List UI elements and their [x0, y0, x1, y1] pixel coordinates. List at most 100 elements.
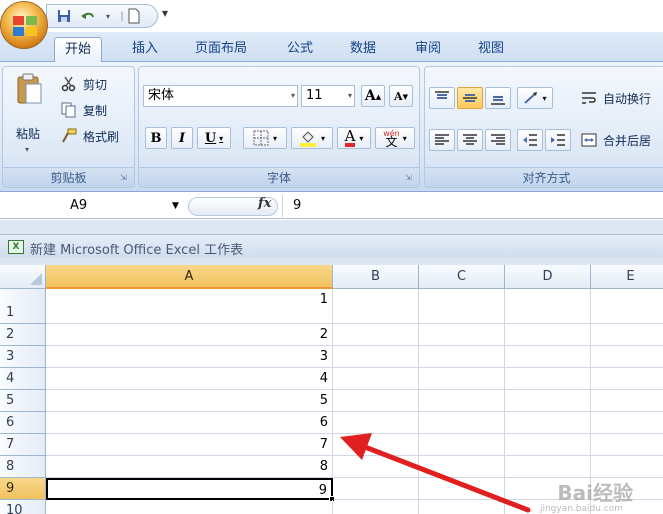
grid-cell[interactable] — [333, 289, 419, 324]
name-box-dropdown-icon[interactable]: ▼ — [172, 201, 179, 211]
grid-cell[interactable] — [591, 390, 663, 412]
font-color-dropdown-icon[interactable]: ▾ — [359, 134, 363, 143]
name-box[interactable]: A9 — [0, 195, 185, 217]
insert-function-icon[interactable]: fx — [258, 196, 271, 211]
grow-font-button[interactable]: A ▲ — [361, 85, 385, 107]
cell-a6[interactable]: 6 — [46, 412, 333, 434]
orientation-dropdown-icon[interactable]: ▾ — [542, 94, 546, 103]
grid-cell[interactable] — [591, 368, 663, 390]
merge-center-button[interactable]: 合并后居 — [575, 129, 663, 151]
tab-formulas[interactable]: 公式 — [277, 37, 323, 62]
grid-cell[interactable] — [333, 434, 419, 456]
grid-cell[interactable] — [333, 500, 419, 514]
font-size-dropdown-icon[interactable]: ▾ — [348, 86, 352, 106]
grid-cell[interactable] — [419, 390, 505, 412]
cell-a2[interactable]: 2 — [46, 324, 333, 346]
grid-cell[interactable] — [419, 500, 505, 514]
underline-dropdown-icon[interactable]: ▾ — [219, 133, 223, 143]
cell-a9[interactable]: 9 — [46, 478, 333, 500]
formula-input[interactable]: 9 — [282, 195, 663, 217]
grid-cell[interactable] — [333, 390, 419, 412]
copy-button[interactable]: 复制 — [59, 101, 131, 119]
grid-cell[interactable] — [505, 412, 591, 434]
borders-dropdown-icon[interactable]: ▾ — [273, 134, 277, 143]
column-header-d[interactable]: D — [505, 265, 591, 289]
grid-cell[interactable] — [591, 346, 663, 368]
cell-a3[interactable]: 3 — [46, 346, 333, 368]
italic-button[interactable]: I — [171, 127, 193, 149]
orientation-button[interactable]: ▾ — [517, 87, 553, 109]
font-size-combo[interactable]: 11 ▾ — [301, 85, 355, 107]
grid-cell[interactable] — [505, 456, 591, 478]
cell-a4[interactable]: 4 — [46, 368, 333, 390]
tab-data[interactable]: 数据 — [340, 37, 386, 62]
font-color-button[interactable]: A ▾ — [337, 127, 371, 149]
grid-cell[interactable] — [419, 456, 505, 478]
format-painter-button[interactable]: 格式刷 — [59, 127, 131, 145]
grid-cell[interactable] — [333, 412, 419, 434]
increase-indent-button[interactable] — [545, 129, 571, 151]
align-bottom-button[interactable] — [485, 87, 511, 109]
new-document-icon[interactable] — [125, 8, 143, 24]
grid-cell[interactable] — [333, 368, 419, 390]
tab-home[interactable]: 开始 — [54, 37, 103, 62]
phonetic-button[interactable]: wén 文 ▾ — [375, 127, 415, 149]
grid-cell[interactable] — [505, 289, 591, 324]
cell-a10[interactable] — [46, 500, 333, 514]
decrease-indent-button[interactable] — [517, 129, 543, 151]
grid-cell[interactable] — [333, 346, 419, 368]
row-header[interactable]: 1 — [0, 289, 46, 324]
wrap-text-button[interactable]: 自动换行 — [575, 87, 663, 109]
align-center-button[interactable] — [457, 129, 483, 151]
font-name-combo[interactable]: 宋体 ▾ — [143, 85, 298, 107]
row-header[interactable]: 6 — [0, 412, 46, 434]
font-launcher-icon[interactable]: ⇲ — [405, 173, 415, 183]
row-header[interactable]: 10 — [0, 500, 46, 514]
font-name-dropdown-icon[interactable]: ▾ — [291, 86, 295, 106]
save-icon[interactable] — [55, 8, 73, 24]
cell-a1[interactable]: 1 — [46, 289, 333, 324]
column-header-a[interactable]: A — [46, 265, 333, 289]
tab-insert[interactable]: 插入 — [122, 37, 168, 62]
fill-color-button[interactable]: ▾ — [291, 127, 333, 149]
align-left-button[interactable] — [429, 129, 455, 151]
select-all-button[interactable] — [0, 265, 46, 289]
grid-cell[interactable] — [419, 368, 505, 390]
grid-cell[interactable] — [505, 324, 591, 346]
grid-cell[interactable] — [419, 412, 505, 434]
row-header[interactable]: 4 — [0, 368, 46, 390]
row-header[interactable]: 8 — [0, 456, 46, 478]
cell-a7[interactable]: 7 — [46, 434, 333, 456]
undo-icon[interactable] — [79, 8, 97, 24]
underline-button[interactable]: U ▾ — [197, 127, 231, 149]
bold-button[interactable]: B — [145, 127, 167, 149]
paste-button[interactable]: 粘贴 ▾ — [9, 71, 49, 157]
tab-page-layout[interactable]: 页面布局 — [185, 37, 257, 62]
grid-cell[interactable] — [419, 434, 505, 456]
tab-view[interactable]: 视图 — [468, 37, 514, 62]
grid-cell[interactable] — [419, 289, 505, 324]
grid-cell[interactable] — [591, 456, 663, 478]
grid-cell[interactable] — [505, 346, 591, 368]
align-middle-button[interactable] — [457, 87, 483, 109]
phonetic-dropdown-icon[interactable]: ▾ — [403, 134, 407, 143]
align-top-button[interactable] — [429, 87, 455, 109]
shrink-font-button[interactable]: A ▼ — [389, 85, 413, 107]
cell-a8[interactable]: 8 — [46, 456, 333, 478]
column-header-e[interactable]: E — [591, 265, 663, 289]
row-header[interactable]: 7 — [0, 434, 46, 456]
grid-cell[interactable] — [591, 434, 663, 456]
cell-a5[interactable]: 5 — [46, 390, 333, 412]
grid-cell[interactable] — [419, 346, 505, 368]
grid-cell[interactable] — [419, 478, 505, 500]
paste-dropdown-icon[interactable]: ▾ — [25, 145, 29, 154]
customize-icon[interactable]: ▾ — [162, 6, 168, 20]
fill-color-dropdown-icon[interactable]: ▾ — [321, 134, 325, 143]
grid-cell[interactable] — [505, 434, 591, 456]
grid-cell[interactable] — [505, 390, 591, 412]
grid-cell[interactable] — [505, 368, 591, 390]
grid-cell[interactable] — [333, 456, 419, 478]
align-right-button[interactable] — [485, 129, 511, 151]
office-button[interactable] — [0, 1, 48, 49]
clipboard-launcher-icon[interactable]: ⇲ — [120, 173, 130, 183]
